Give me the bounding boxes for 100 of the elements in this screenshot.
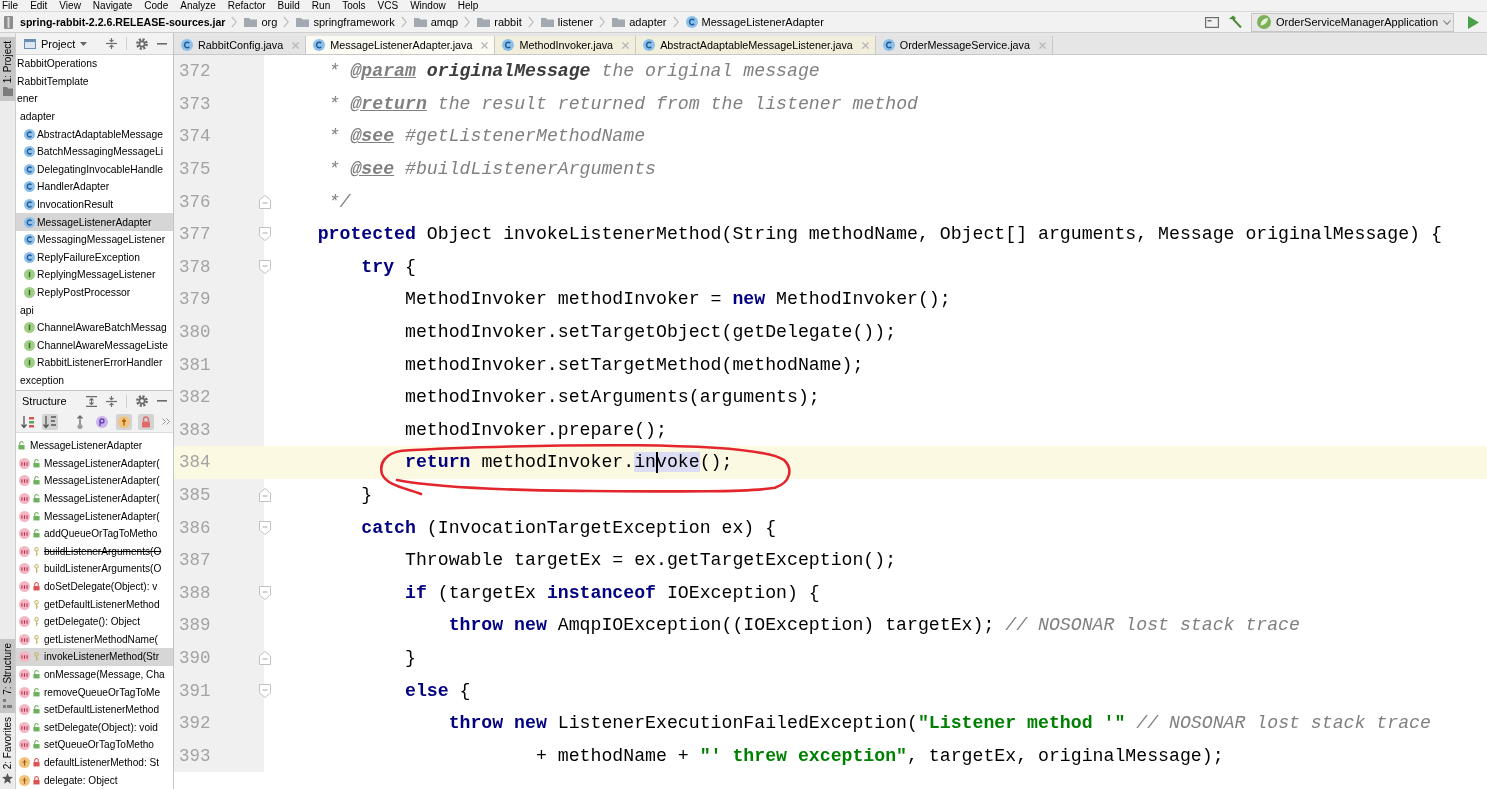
tree-item[interactable]: buildListenerArguments(O bbox=[16, 542, 173, 561]
tool-window-tab[interactable]: 1: Project bbox=[0, 37, 15, 102]
tree-item[interactable]: getDefaultListenerMethod bbox=[16, 595, 173, 613]
code-line: else { bbox=[404, 679, 471, 702]
tree-item[interactable]: RabbitTemplate bbox=[16, 72, 173, 91]
tree-item[interactable]: DelegatingInvocableHandle bbox=[16, 160, 173, 179]
fold-marker-icon[interactable] bbox=[259, 683, 271, 698]
tree-item[interactable]: MessagingMessageListener bbox=[16, 230, 173, 249]
sort-alphabetically-icon[interactable] bbox=[42, 413, 58, 430]
tree-item[interactable]: delegate: Object bbox=[16, 771, 173, 789]
menu-item[interactable]: Tools bbox=[342, 0, 366, 11]
fields-icon[interactable] bbox=[116, 413, 132, 430]
tree-item[interactable]: removeQueueOrTagToMe bbox=[16, 683, 173, 701]
run-icon[interactable] bbox=[1468, 15, 1479, 29]
tree-item[interactable]: api bbox=[16, 301, 173, 319]
tool-window-tab[interactable]: 2: Favorites bbox=[0, 712, 15, 789]
breadcrumb-item[interactable]: org bbox=[244, 13, 278, 31]
tree-item[interactable]: getListenerMethodName( bbox=[16, 630, 173, 649]
properties-icon[interactable] bbox=[94, 413, 110, 430]
fold-marker-icon[interactable] bbox=[259, 259, 271, 274]
editor-tab[interactable]: AbstractAdaptableMessageListener.java bbox=[636, 36, 876, 54]
tree-item[interactable]: MessageListenerAdapter( bbox=[16, 489, 173, 508]
fold-marker-icon[interactable] bbox=[259, 227, 271, 242]
lock-icon[interactable] bbox=[138, 413, 154, 430]
menu-item[interactable]: Window bbox=[410, 0, 446, 11]
settings-icon[interactable] bbox=[136, 395, 148, 407]
close-icon[interactable] bbox=[481, 41, 489, 49]
view-selector[interactable]: Project bbox=[24, 37, 88, 50]
tree-item[interactable]: MessageListenerAdapter( bbox=[16, 472, 173, 490]
menu-item[interactable]: Code bbox=[144, 0, 169, 11]
breadcrumb-item[interactable]: spring-rabbit-2.2.6.RELEASE-sources.jar bbox=[4, 13, 226, 31]
tree-item[interactable]: BatchMessagingMessageLi bbox=[16, 142, 173, 161]
breadcrumb-item[interactable]: rabbit bbox=[477, 13, 522, 31]
tree-item[interactable]: invokeListenerMethod(Str bbox=[16, 648, 173, 666]
tree-item[interactable]: ReplyingMessageListener bbox=[16, 266, 173, 284]
tree-item[interactable]: setDelegate(Object): void bbox=[16, 718, 173, 737]
breadcrumb-item[interactable]: MessageListenerAdapter bbox=[685, 13, 824, 31]
breadcrumb-item[interactable]: adapter bbox=[612, 13, 667, 31]
collapse-all-icon[interactable] bbox=[106, 38, 117, 49]
menu-item[interactable]: Edit bbox=[30, 0, 48, 11]
tree-item[interactable]: onMessage(Message, Cha bbox=[16, 665, 173, 684]
close-icon[interactable] bbox=[861, 41, 869, 49]
editor-tab[interactable]: MessageListenerAdapter.java bbox=[306, 36, 496, 54]
tree-item[interactable]: defaultListenerMethod: St bbox=[16, 753, 173, 772]
hammer-icon[interactable] bbox=[1228, 15, 1242, 29]
tree-item[interactable]: buildListenerArguments(O bbox=[16, 560, 173, 578]
breadcrumb-item[interactable]: springframework bbox=[296, 13, 395, 31]
minimize-icon[interactable] bbox=[157, 400, 167, 402]
tree-item[interactable]: setDefaultListenerMethod bbox=[16, 700, 173, 719]
menu-item[interactable]: Navigate bbox=[92, 0, 133, 11]
close-icon[interactable] bbox=[622, 41, 630, 49]
tree-item[interactable]: AbstractAdaptableMessage bbox=[16, 125, 173, 143]
menu-item[interactable]: Refactor bbox=[227, 0, 266, 11]
tree-item[interactable]: ener bbox=[16, 90, 173, 108]
tree-item[interactable]: RabbitOperations bbox=[16, 55, 173, 73]
tree-item[interactable]: MessageListenerAdapter( bbox=[16, 507, 173, 525]
run-configuration-dropdown[interactable]: OrderServiceManagerApplication bbox=[1251, 12, 1454, 32]
tree-item[interactable]: HandlerAdapter bbox=[16, 178, 173, 196]
close-icon[interactable] bbox=[292, 41, 300, 49]
tree-item[interactable]: getDelegate(): Object bbox=[16, 612, 173, 631]
tree-item[interactable]: ReplyFailureException bbox=[16, 248, 173, 267]
collapse-all-icon[interactable] bbox=[106, 395, 117, 407]
expand-all-icon[interactable] bbox=[86, 395, 97, 407]
sort-by-visibility-icon[interactable] bbox=[20, 413, 36, 430]
tool-window-tab[interactable]: 7: Structure bbox=[0, 639, 15, 713]
more-icon[interactable] bbox=[162, 418, 170, 425]
layout-icon[interactable] bbox=[1205, 16, 1219, 28]
breadcrumb-item[interactable]: amqp bbox=[413, 13, 459, 31]
menu-item[interactable]: VCS bbox=[377, 0, 399, 11]
tree-item[interactable]: MessageListenerAdapter( bbox=[16, 454, 173, 473]
fold-marker-icon[interactable] bbox=[259, 585, 271, 600]
breadcrumb-item[interactable]: listener bbox=[540, 13, 594, 31]
tree-item[interactable]: exception bbox=[16, 371, 173, 390]
tree-item[interactable]: setQueueOrTagToMetho bbox=[16, 736, 173, 754]
code-line: methodInvoker.prepare(); bbox=[404, 418, 667, 441]
tree-item[interactable]: ReplyPostProcessor bbox=[16, 283, 173, 302]
tree-item[interactable]: MessageListenerAdapter bbox=[16, 213, 173, 231]
tree-item[interactable]: doSetDelegate(Object): v bbox=[16, 577, 173, 596]
menu-item[interactable]: Analyze bbox=[180, 0, 216, 11]
close-icon[interactable] bbox=[1039, 41, 1046, 49]
menu-item[interactable]: File bbox=[2, 0, 19, 11]
menu-item[interactable]: View bbox=[59, 0, 81, 11]
tree-item[interactable]: ChannelAwareBatchMessag bbox=[16, 318, 173, 337]
tree-item[interactable]: ChannelAwareMessageListe bbox=[16, 336, 173, 355]
minimize-icon[interactable] bbox=[157, 42, 167, 45]
settings-icon[interactable] bbox=[136, 37, 148, 50]
tree-item[interactable]: adapter bbox=[16, 107, 173, 126]
fold-marker-icon[interactable] bbox=[259, 488, 271, 502]
line-number: 386 bbox=[179, 517, 211, 538]
fold-marker-icon[interactable] bbox=[259, 520, 271, 535]
menu-item[interactable]: Help bbox=[457, 0, 479, 11]
tree-item[interactable]: InvocationResult bbox=[16, 195, 173, 214]
tree-item[interactable]: addQueueOrTagToMetho bbox=[16, 524, 173, 543]
fold-marker-icon[interactable] bbox=[259, 651, 271, 665]
editor-tab[interactable]: MethodInvoker.java bbox=[495, 36, 637, 54]
fold-marker-icon[interactable] bbox=[259, 194, 271, 209]
tree-item[interactable]: MessageListenerAdapter bbox=[16, 437, 173, 455]
menu-item[interactable]: Build bbox=[277, 0, 300, 11]
menu-item[interactable]: Run bbox=[311, 0, 331, 11]
tree-item[interactable]: RabbitListenerErrorHandler bbox=[16, 354, 173, 372]
